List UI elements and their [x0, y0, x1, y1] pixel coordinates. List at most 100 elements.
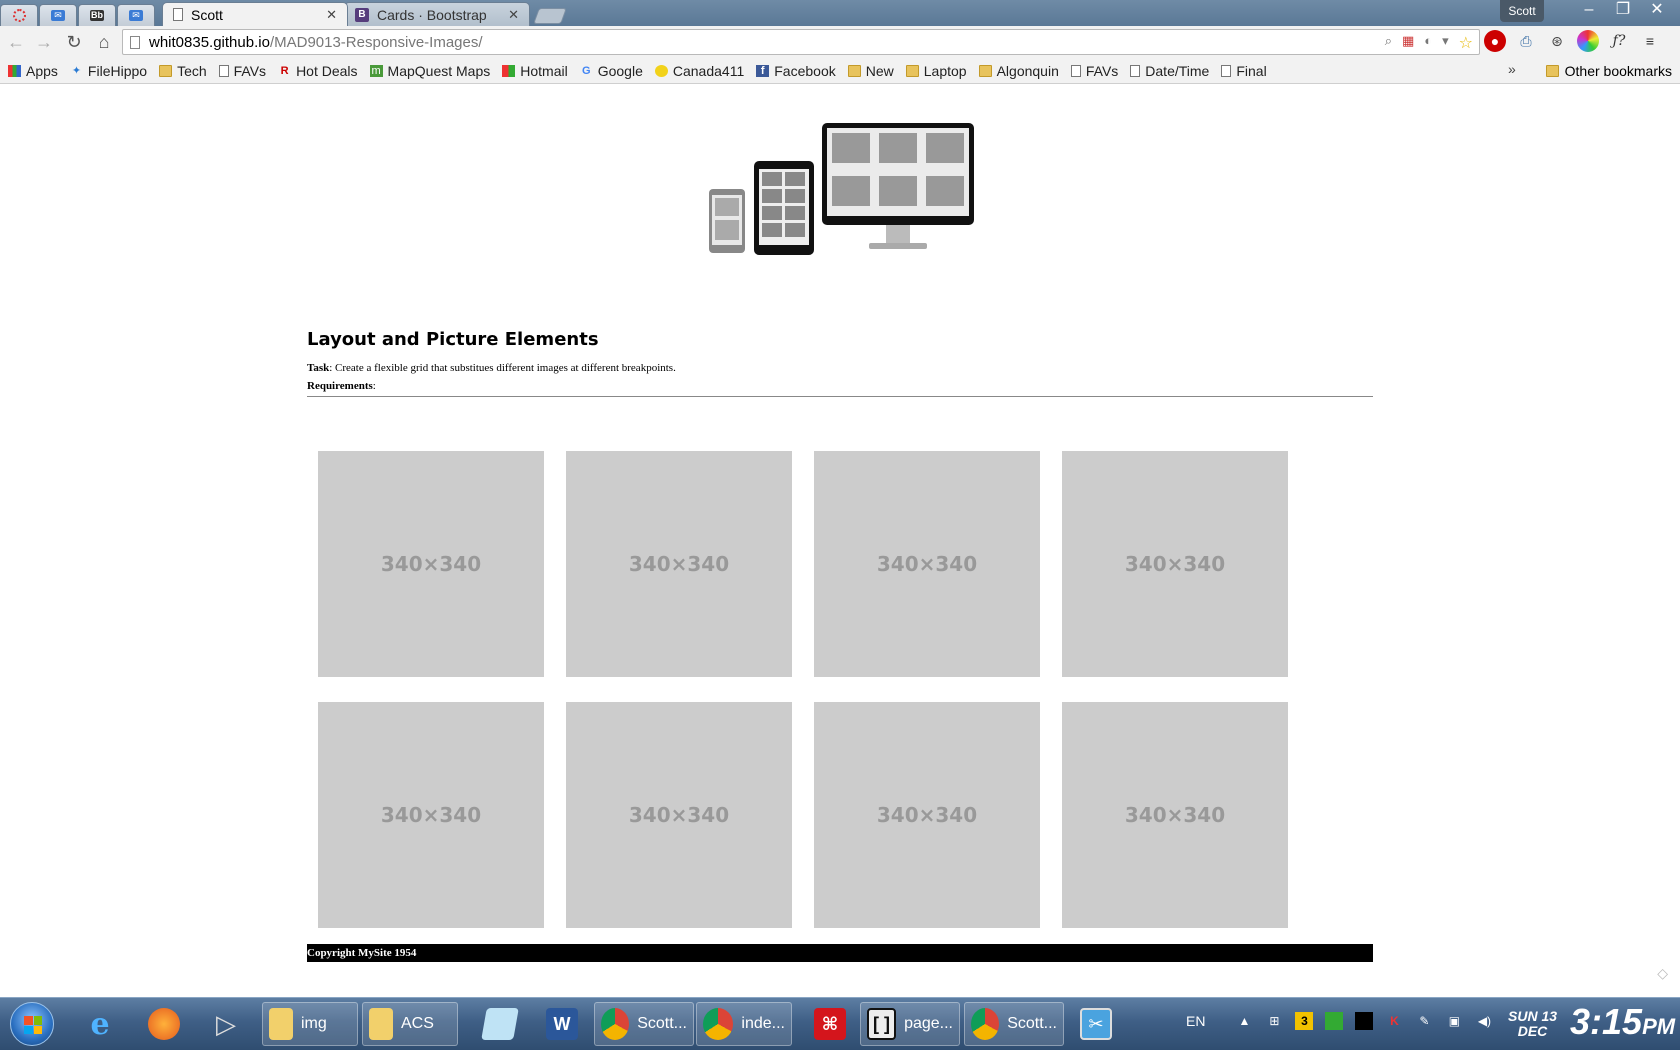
profile-button[interactable]: Scott	[1500, 0, 1544, 22]
placeholder-image: 340×340	[318, 451, 544, 677]
bookmark-algonquin[interactable]: Algonquin	[978, 62, 1059, 79]
taskbar-folder-img[interactable]: img	[262, 1002, 358, 1046]
bookmark-laptop[interactable]: Laptop	[905, 63, 967, 79]
bookmark-facebook[interactable]: f Facebook	[756, 63, 836, 79]
bookmark-star-icon[interactable]: ☆	[1459, 33, 1473, 53]
print-icon[interactable]: ⎙	[1515, 30, 1537, 52]
brackets-icon: [ ]	[867, 1008, 897, 1040]
taskbar-ie[interactable]: e	[78, 1002, 122, 1046]
bookmark-tech[interactable]: Tech	[159, 63, 207, 79]
language-indicator[interactable]: EN	[1186, 1013, 1205, 1029]
responsive-devices-illustration	[709, 123, 974, 255]
extension-icons: ● ⎙ ⊛ ƒ? ≡	[1484, 30, 1661, 52]
pinned-tab-mail-2[interactable]: ✉	[117, 4, 155, 26]
menu-icon[interactable]: ≡	[1639, 30, 1661, 52]
taskbar-snipping[interactable]: ✂	[1074, 1002, 1118, 1046]
bookmark-date-time[interactable]: Date/Time	[1130, 63, 1209, 79]
bookmark-filehippo[interactable]: ✦ FileHippo	[70, 63, 147, 79]
bookmark-mapquest[interactable]: m MapQuest Maps	[369, 63, 490, 79]
adblock-icon[interactable]: ●	[1484, 30, 1506, 52]
page-icon	[1130, 64, 1141, 77]
battery-meter-icon[interactable]	[1325, 1012, 1344, 1030]
bookmarks-overflow-icon[interactable]: »	[1508, 61, 1516, 77]
taskbar-label: img	[301, 1015, 327, 1032]
reload-icon[interactable]: ↻	[62, 31, 86, 53]
tab-title: Cards · Bootstrap	[377, 6, 487, 23]
placeholder-image: 340×340	[318, 702, 544, 928]
bookmark-label: Canada411	[672, 62, 745, 79]
close-tab-icon[interactable]: ✕	[508, 7, 519, 23]
taskbar-word[interactable]: W	[540, 1002, 584, 1046]
tab-cards-bootstrap[interactable]: B Cards · Bootstrap ✕	[344, 2, 530, 26]
window-controls: – ❐ ✕	[1574, 0, 1672, 20]
url-host: whit0835.github.io	[149, 33, 270, 51]
pinned-tab-opera[interactable]	[0, 4, 38, 26]
console-icon[interactable]	[1355, 1012, 1374, 1030]
minimize-icon[interactable]: –	[1574, 0, 1604, 20]
translate-icon[interactable]: ◐	[1424, 33, 1432, 53]
taskbar-acrobat[interactable]: ⌘	[808, 1002, 852, 1046]
taskbar-folder-acs[interactable]: ACS	[362, 1002, 458, 1046]
folder-icon	[1545, 65, 1559, 77]
taskbar-firefox[interactable]	[142, 1002, 186, 1046]
back-icon[interactable]: ←	[4, 31, 28, 53]
forward-icon[interactable]: →	[32, 31, 56, 53]
flag-icon[interactable]: ▦	[1402, 33, 1414, 53]
tab-strip: ✉ Bb ✉ Scott ✕ B Cards · Bootstrap ✕	[0, 0, 567, 26]
clock-time[interactable]: 3:15PM	[1570, 1001, 1675, 1043]
close-window-icon[interactable]: ✕	[1642, 0, 1672, 20]
home-icon[interactable]: ⌂	[92, 31, 116, 53]
taskbar-media-player[interactable]: ▷	[204, 1002, 248, 1046]
network-icon[interactable]: ▣	[1445, 1012, 1463, 1030]
vpn-icon[interactable]: ⊛	[1546, 30, 1568, 52]
browser-toolbar: ← → ↻ ⌂ whit0835.github.io/MAD9013-Respo…	[0, 26, 1680, 58]
pen-icon[interactable]: ✎	[1415, 1012, 1433, 1030]
tray-badge-icon[interactable]: 3	[1295, 1012, 1314, 1030]
bookmark-final[interactable]: Final	[1221, 63, 1267, 79]
bookmark-favs[interactable]: FAVs	[218, 63, 266, 79]
bookmark-canada411[interactable]: Canada411	[654, 62, 745, 79]
bookmarks-bar: Apps ✦ FileHippo Tech FAVs R Hot Deals m Ma…	[0, 58, 1680, 84]
restore-icon[interactable]: ❐	[1608, 0, 1638, 20]
bookmark-label: Algonquin	[996, 62, 1059, 79]
taskbar-brackets[interactable]: [ ] page...	[860, 1002, 960, 1046]
start-button[interactable]	[10, 1002, 54, 1046]
folder-icon	[159, 64, 173, 77]
bookmark-apps[interactable]: Apps	[8, 63, 58, 79]
taskbar-notepad[interactable]	[478, 1002, 522, 1046]
address-bar[interactable]: whit0835.github.io/MAD9013-Responsive-Im…	[122, 29, 1480, 55]
clock-date[interactable]: SUN 13 DEC	[1508, 1009, 1557, 1039]
taskbar-chrome-scott[interactable]: Scott...	[594, 1002, 694, 1046]
search-icon[interactable]: ⌕	[1385, 33, 1392, 53]
taskbar-chrome-scott-2[interactable]: Scott...	[964, 1002, 1064, 1046]
show-hidden-icons-icon[interactable]: ▲	[1235, 1012, 1253, 1030]
placeholder-image: 340×340	[566, 451, 792, 677]
bookmark-google[interactable]: G Google	[580, 63, 643, 79]
windows-update-icon[interactable]: ⊞	[1265, 1012, 1283, 1030]
placeholder-image: 340×340	[566, 702, 792, 928]
clock-time-value: 3:15	[1570, 1001, 1643, 1042]
canada411-icon	[654, 64, 668, 77]
chevron-down-icon[interactable]: ▾	[1442, 33, 1449, 53]
color-picker-icon[interactable]	[1577, 30, 1599, 52]
page-icon	[1070, 64, 1081, 77]
new-tab-button[interactable]	[533, 8, 567, 24]
pinned-tab-blackboard[interactable]: Bb	[78, 4, 116, 26]
bookmark-new[interactable]: New	[847, 63, 894, 79]
other-bookmarks[interactable]: Other bookmarks	[1545, 63, 1672, 79]
bookmark-label: FileHippo	[87, 62, 148, 79]
close-tab-icon[interactable]: ✕	[326, 7, 337, 23]
tab-scott[interactable]: Scott ✕	[162, 2, 348, 26]
bookmark-favs-2[interactable]: FAVs	[1070, 63, 1118, 79]
bookmark-label: Date/Time	[1145, 62, 1210, 79]
bookmark-hot-deals[interactable]: R Hot Deals	[278, 63, 358, 79]
mail-icon: ✉	[51, 10, 65, 21]
bookmark-hotmail[interactable]: Hotmail	[502, 63, 568, 79]
folder-icon	[369, 1008, 393, 1040]
pinned-tab-mail[interactable]: ✉	[39, 4, 77, 26]
volume-icon[interactable]: ◀)	[1475, 1012, 1493, 1030]
taskbar-chrome-index[interactable]: inde...	[696, 1002, 792, 1046]
kaspersky-icon[interactable]: K	[1385, 1012, 1403, 1030]
font-icon[interactable]: ƒ?	[1608, 30, 1630, 52]
page-icon	[1221, 64, 1232, 77]
